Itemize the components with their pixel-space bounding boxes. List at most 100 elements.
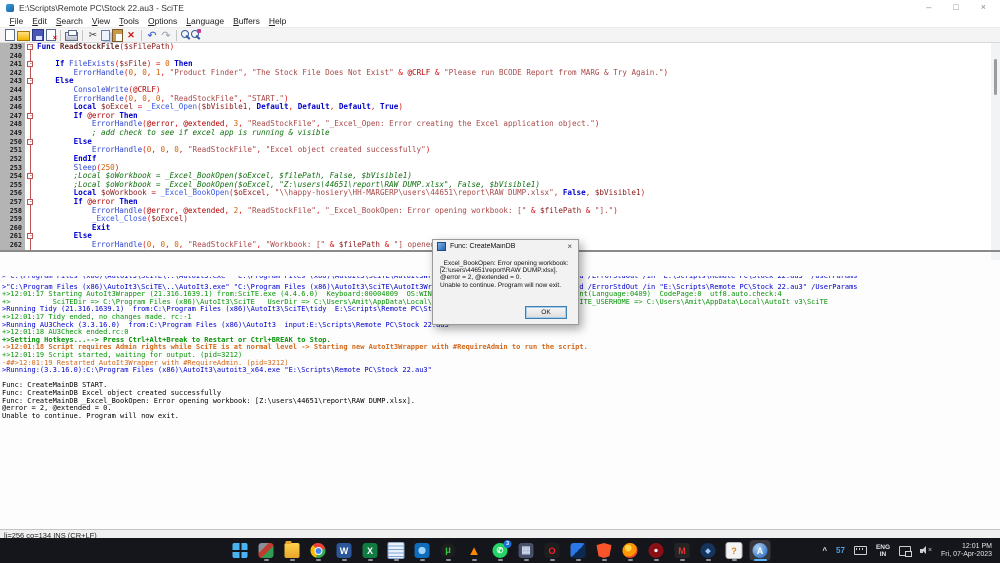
line-number: 242	[0, 69, 22, 78]
code-line[interactable]: ErrorHandle(0, 0, 1, "Product Finder", "…	[37, 69, 1000, 78]
fold-toggle-icon[interactable]	[27, 139, 33, 145]
blue-triangle-icon[interactable]	[568, 540, 589, 561]
dialog-close-icon[interactable]: ×	[565, 242, 574, 251]
whatsapp-icon[interactable]: ✆3	[490, 540, 511, 561]
second-screen-icon[interactable]	[899, 546, 911, 556]
code-line[interactable]: Exit	[37, 224, 1000, 233]
toolbar-separator	[82, 30, 83, 41]
print-icon[interactable]	[65, 32, 78, 41]
language-indicator[interactable]: ENG IN	[876, 544, 890, 558]
fold-row	[25, 95, 37, 104]
output-scrollbar[interactable]	[991, 252, 1000, 260]
code-line[interactable]: Local $oExcel = _Excel_Open($bVisible1, …	[37, 103, 1000, 112]
fold-row	[25, 43, 37, 52]
help-file-glyph: ?	[726, 542, 743, 559]
taskbar: WXµ▲✆3 ▦ O M◆? A ^ 57 ENG IN × 12:01 PM Fri,…	[0, 538, 1000, 563]
fold-row	[25, 60, 37, 69]
red-app-icon[interactable]	[646, 540, 667, 561]
explorer-icon[interactable]	[282, 540, 303, 561]
notepad-icon[interactable]	[386, 540, 407, 561]
code-line[interactable]: _Excel_Close($oExcel)	[37, 215, 1000, 224]
close-icon[interactable]: ×	[981, 0, 986, 15]
code-line[interactable]: Local $oWorkbook = _Excel_BookOpen($oExc…	[37, 189, 1000, 198]
code-line[interactable]: EndIf	[37, 155, 1000, 164]
blue-badge-icon[interactable]: ◆	[698, 540, 719, 561]
menu-tools[interactable]: Tools	[115, 16, 144, 26]
firefox-icon[interactable]	[620, 540, 641, 561]
line-number: 249	[0, 129, 22, 138]
code-line[interactable]: ErrorHandle(0, 0, 0, "ReadStockFile", "E…	[37, 146, 1000, 155]
editor-scrollbar-thumb[interactable]	[994, 59, 997, 95]
fold-toggle-icon[interactable]	[27, 113, 33, 119]
fold-row	[25, 69, 37, 78]
menu-file[interactable]: File	[5, 16, 28, 26]
excel-icon[interactable]: X	[360, 540, 381, 561]
undo-icon[interactable]	[146, 29, 158, 41]
code-line[interactable]: ; add check to see if excel app is runni…	[37, 129, 1000, 138]
photos-icon[interactable]	[412, 540, 433, 561]
fold-toggle-icon[interactable]	[27, 173, 33, 179]
code-editor-pane[interactable]: 2392402412422432442452462472482492502512…	[0, 43, 1000, 250]
opera-icon[interactable]: O	[542, 540, 563, 561]
redo-icon[interactable]	[160, 29, 172, 41]
marg-icon[interactable]: M	[672, 540, 693, 561]
blue-triangle-glyph	[571, 543, 586, 558]
chart-app-icon[interactable]	[256, 540, 277, 561]
minimize-icon[interactable]: –	[926, 0, 931, 15]
word-icon[interactable]: W	[334, 540, 355, 561]
dialog-message-line: Unable to continue. Program will now exi…	[440, 282, 571, 289]
language-top: ENG	[876, 544, 890, 551]
output-line: Func: CreateMainDB _Excel_BookOpen: Erro…	[2, 398, 1000, 406]
code-text[interactable]: Func ReadStockFile($sFilePath) If FileEx…	[37, 43, 1000, 250]
code-line[interactable]: Else	[37, 77, 1000, 86]
brave-icon[interactable]	[594, 540, 615, 561]
chrome-icon[interactable]	[308, 540, 329, 561]
autoit-icon[interactable]: A	[750, 540, 771, 561]
cut-icon[interactable]	[87, 29, 99, 41]
hidden-icons-chevron-icon[interactable]: ^	[822, 546, 827, 555]
calculator-glyph: ▦	[519, 543, 534, 558]
menu-help[interactable]: Help	[264, 16, 290, 26]
fold-toggle-icon[interactable]	[27, 233, 33, 239]
save-file-icon[interactable]	[32, 29, 44, 41]
close-file-icon[interactable]	[46, 29, 56, 41]
menu-options[interactable]: Options	[143, 16, 181, 26]
replace-icon[interactable]	[191, 30, 199, 38]
fold-toggle-icon[interactable]	[27, 199, 33, 205]
copy-icon[interactable]	[101, 30, 110, 41]
fold-row	[25, 198, 37, 207]
vlc-icon[interactable]: ▲	[464, 540, 485, 561]
menu-edit[interactable]: Edit	[28, 16, 52, 26]
new-file-icon[interactable]	[5, 29, 15, 41]
ok-button[interactable]: OK	[525, 306, 567, 319]
menu-view[interactable]: View	[87, 16, 114, 26]
utorrent-icon[interactable]: µ	[438, 540, 459, 561]
open-file-icon[interactable]	[17, 31, 30, 41]
explorer-glyph	[285, 543, 300, 558]
delete-icon[interactable]	[125, 29, 137, 41]
touch-keyboard-icon[interactable]	[854, 546, 867, 555]
dialog-message: _Excel_BookOpen: Error opening workbook:…	[433, 253, 578, 289]
code-line[interactable]: Func ReadStockFile($sFilePath)	[37, 43, 1000, 52]
start-icon[interactable]	[230, 540, 251, 561]
fold-row	[25, 146, 37, 155]
fold-toggle-icon[interactable]	[27, 44, 33, 50]
fold-toggle-icon[interactable]	[27, 61, 33, 67]
fold-row	[25, 155, 37, 164]
tray-speed-indicator[interactable]: 57	[836, 546, 845, 555]
menu-buffers[interactable]: Buffers	[229, 16, 265, 26]
line-number: 246	[0, 103, 22, 112]
menu-language[interactable]: Language	[182, 16, 229, 26]
menu-search[interactable]: Search	[51, 16, 87, 26]
editor-scrollbar[interactable]	[991, 43, 1000, 250]
paste-icon[interactable]	[112, 29, 123, 42]
fold-toggle-icon[interactable]	[27, 78, 33, 84]
help-file-icon[interactable]: ?	[724, 540, 745, 561]
line-number: 256	[0, 189, 22, 198]
line-number: 252	[0, 155, 22, 164]
find-icon[interactable]	[181, 30, 189, 38]
calculator-icon[interactable]: ▦	[516, 540, 537, 561]
volume-muted-icon[interactable]: ×	[920, 546, 932, 555]
clock[interactable]: 12:01 PM Fri, 07-Apr-2023	[941, 543, 992, 559]
maximize-icon[interactable]: □	[953, 0, 958, 15]
